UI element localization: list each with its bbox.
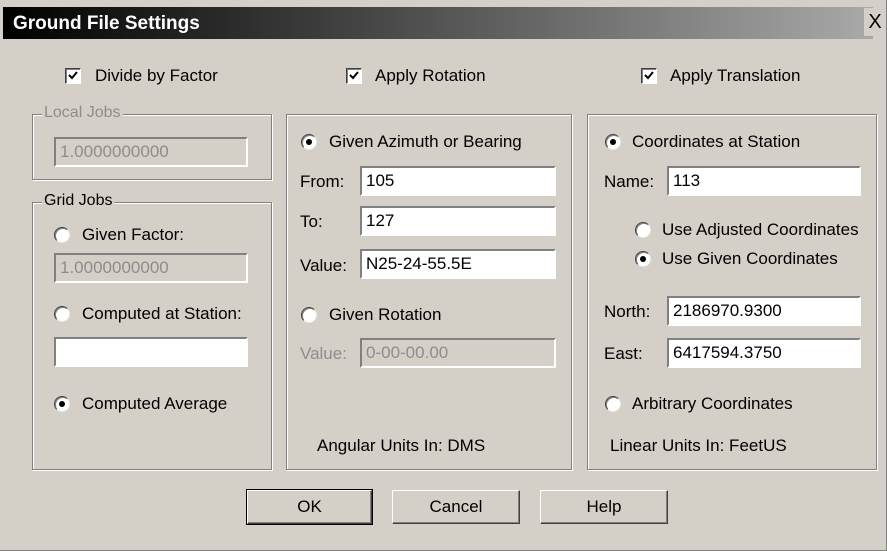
given-factor-field: 1.0000000000: [54, 253, 248, 283]
given-azimuth-label[interactable]: Given Azimuth or Bearing: [329, 132, 522, 152]
station-name-field[interactable]: 113: [667, 166, 861, 196]
bearing-value-field[interactable]: N25-24-55.5E: [360, 249, 556, 279]
apply-rotation-checkbox[interactable]: [346, 68, 362, 84]
help-button[interactable]: Help: [540, 490, 668, 524]
checkmark-icon: [68, 71, 78, 80]
apply-rotation-label[interactable]: Apply Rotation: [375, 66, 486, 86]
angular-units-text: Angular Units In: DMS: [317, 436, 486, 455]
given-azimuth-radio[interactable]: [301, 134, 317, 150]
rotation-value-label: Value:: [300, 344, 347, 363]
arbitrary-coordinates-label[interactable]: Arbitrary Coordinates: [632, 394, 793, 414]
apply-translation-checkbox[interactable]: [641, 68, 657, 84]
coordinates-at-station-label[interactable]: Coordinates at Station: [632, 132, 800, 152]
to-station-field[interactable]: 127: [360, 206, 556, 236]
checkmark-icon: [349, 71, 359, 80]
use-adjusted-coordinates-radio[interactable]: [635, 222, 651, 238]
linear-units-text: Linear Units In: FeetUS: [610, 436, 787, 455]
given-rotation-radio[interactable]: [301, 307, 317, 323]
use-given-coordinates-label[interactable]: Use Given Coordinates: [662, 249, 838, 269]
divide-by-factor-checkbox[interactable]: [65, 68, 81, 84]
given-factor-radio[interactable]: [54, 227, 70, 243]
divide-by-factor-label[interactable]: Divide by Factor: [95, 66, 218, 86]
east-label: East:: [604, 344, 643, 363]
given-factor-label[interactable]: Given Factor:: [82, 225, 184, 245]
close-icon: X: [868, 11, 882, 33]
use-given-coordinates-radio[interactable]: [635, 251, 651, 267]
close-button[interactable]: X: [864, 8, 886, 36]
given-rotation-label[interactable]: Given Rotation: [329, 305, 441, 325]
computed-average-radio[interactable]: [54, 396, 70, 412]
ground-file-settings-dialog: Ground File Settings X Divide by Factor …: [0, 0, 887, 551]
to-label: To:: [300, 212, 323, 231]
window-title: Ground File Settings: [13, 13, 200, 34]
local-jobs-factor-field: 1.0000000000: [54, 137, 248, 167]
rotation-value-field: 0-00-00.00: [360, 338, 556, 368]
computed-at-station-field[interactable]: [54, 337, 248, 367]
name-label: Name:: [604, 172, 655, 191]
use-adjusted-coordinates-label[interactable]: Use Adjusted Coordinates: [662, 220, 859, 240]
coordinates-at-station-radio[interactable]: [605, 134, 621, 150]
title-bar[interactable]: Ground File Settings: [3, 7, 873, 39]
bearing-value-label: Value:: [300, 256, 347, 275]
cancel-button[interactable]: Cancel: [392, 490, 520, 524]
grid-jobs-title: Grid Jobs: [42, 192, 115, 210]
computed-average-label[interactable]: Computed Average: [82, 394, 227, 414]
north-coordinate-field[interactable]: 2186970.9300: [667, 296, 861, 326]
north-label: North:: [604, 302, 651, 321]
ok-button[interactable]: OK: [246, 489, 373, 525]
computed-at-station-label[interactable]: Computed at Station:: [82, 304, 242, 324]
east-coordinate-field[interactable]: 6417594.3750: [667, 338, 861, 368]
from-station-field[interactable]: 105: [360, 166, 556, 196]
apply-translation-label[interactable]: Apply Translation: [670, 66, 800, 86]
arbitrary-coordinates-radio[interactable]: [605, 396, 621, 412]
from-label: From:: [300, 172, 345, 191]
computed-at-station-radio[interactable]: [54, 306, 70, 322]
checkmark-icon: [644, 71, 654, 80]
local-jobs-title: Local Jobs: [42, 104, 123, 122]
